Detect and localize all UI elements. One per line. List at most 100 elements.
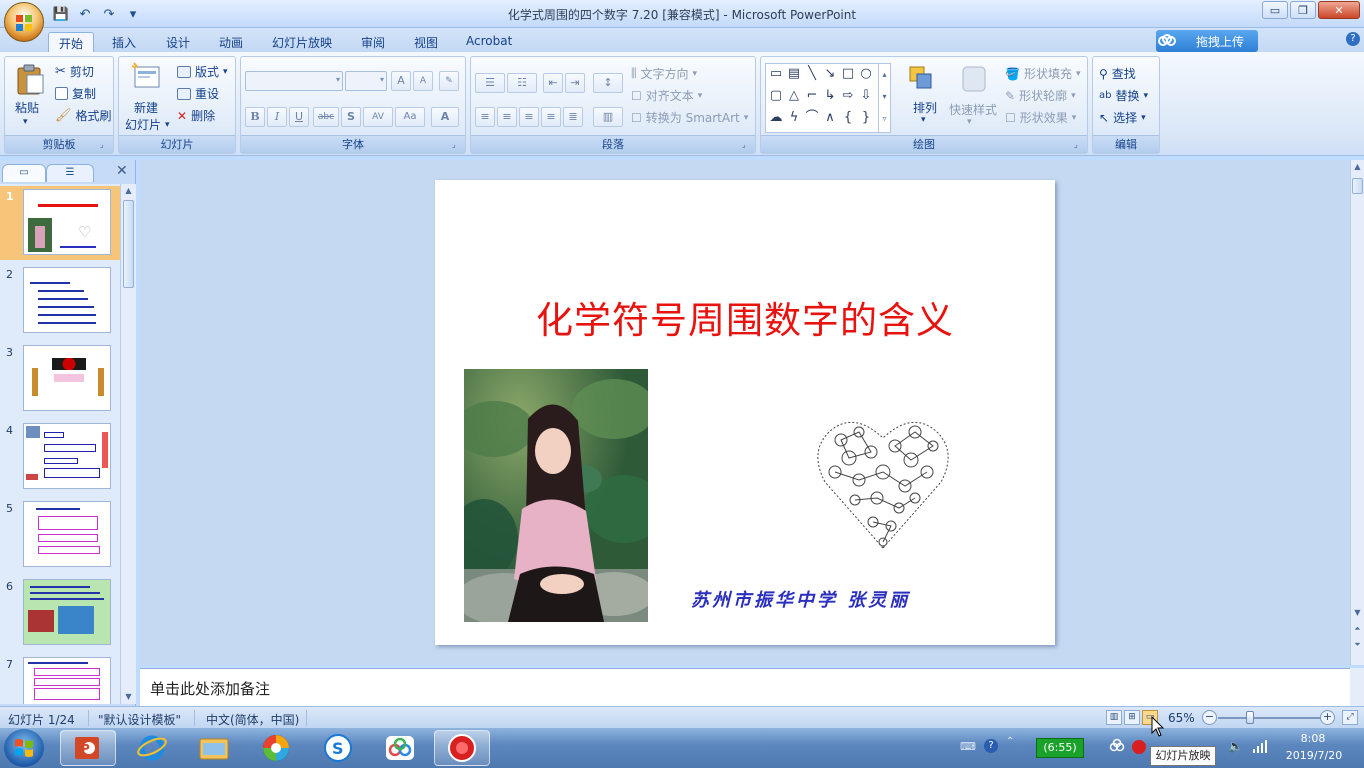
thumbnail-slide-1[interactable]: 1 ♡ [0,186,120,260]
shape-outline-button[interactable]: ✎ 形状轮廓 ▾ [1005,87,1076,104]
start-button[interactable] [4,729,44,767]
align-text-button[interactable]: ☐ 对齐文本 ▾ [631,87,702,104]
office-button[interactable] [4,2,44,42]
tab-slideshow[interactable]: 幻灯片放映 [262,32,342,52]
thumbnail-slide-2[interactable]: 2 [0,264,120,338]
language-indicator[interactable]: 中文(简体，中国) [206,711,299,728]
tab-animations[interactable]: 动画 [209,32,253,52]
shape-freeform[interactable]: ∧ [822,110,838,126]
new-slide-button[interactable]: 新建 [134,99,158,116]
clock-time[interactable]: 8:08 [1280,732,1346,745]
fit-to-window-button[interactable]: ⤢ [1342,710,1358,725]
shape-rectangle[interactable]: □ [840,66,856,82]
signal-icon[interactable] [1252,739,1268,753]
arrange-button[interactable]: 排列 [913,99,937,116]
help-tray-icon[interactable]: ? [984,739,998,753]
tray-antivirus-icon[interactable] [1132,740,1146,754]
format-painter-button[interactable]: 🖌 格式刷 [55,107,112,124]
align-center-button[interactable]: ≡ [497,107,517,127]
shape-line[interactable]: ╲ [804,66,820,82]
cut-button[interactable]: ✂ 剪切 [55,63,94,80]
shape-down-arrow[interactable]: ⇩ [858,88,874,104]
zoom-out-button[interactable]: − [1202,710,1217,725]
new-slide-dropdown[interactable]: 幻灯片 ▾ [125,116,170,133]
numbering-button[interactable]: ☷ [507,73,537,93]
shape-left-brace[interactable]: { [840,110,856,126]
tab-review[interactable]: 审阅 [351,32,395,52]
char-spacing-button[interactable]: AV [363,107,393,127]
scroll-down-icon[interactable]: ▼ [1351,606,1364,620]
quick-styles-dropdown[interactable]: ▾ [967,117,972,127]
drawing-launcher-icon[interactable]: ⌟ [1074,140,1084,150]
taskbar-ie[interactable] [124,730,180,766]
normal-view-button[interactable]: ▥ [1106,710,1122,725]
distributed-button[interactable]: ≣ [563,107,583,127]
align-right-button[interactable]: ≡ [519,107,539,127]
shape-rounded-rect[interactable]: ▢ [768,88,784,104]
tab-insert[interactable]: 插入 [102,32,146,52]
line-spacing-button[interactable]: ↕ [593,73,623,93]
paste-button[interactable]: 粘贴 [15,99,39,116]
font-family-combo[interactable]: ▾ [245,71,343,91]
scroll-up-icon[interactable]: ▲ [121,184,136,198]
shrink-font-button[interactable]: A [413,71,433,91]
bullets-button[interactable]: ☰ [475,73,505,93]
scroll-up-icon[interactable]: ▲ [1351,160,1364,174]
molecule-heart-image[interactable] [815,402,951,552]
close-button[interactable]: ✕ [1318,1,1360,19]
text-direction-button[interactable]: ⫼ 文字方向 ▾ [631,65,697,82]
zoom-in-button[interactable]: + [1320,710,1335,725]
current-slide[interactable]: 化学符号周围数字的含义 苏州市振华中学 张灵丽 [435,180,1055,645]
arrange-dropdown[interactable]: ▾ [921,115,926,125]
thumbnail-slide-5[interactable]: 5 [0,498,120,572]
shadow-button[interactable]: S [341,107,361,127]
previous-slide-icon[interactable]: ⏶ [1351,622,1364,636]
thumbnails-scrollbar[interactable]: ▲ ▼ [120,184,136,704]
delete-slide-button[interactable]: ✕ 删除 [177,107,215,124]
columns-button[interactable]: ▥ [593,107,623,127]
slide-title[interactable]: 化学符号周围数字的含义 [435,290,1055,344]
shape-right-brace[interactable]: } [858,110,874,126]
clear-formatting-button[interactable]: ✎ [439,71,459,91]
align-left-button[interactable]: ≡ [475,107,495,127]
shape-elbow[interactable]: ⌐ [804,88,820,104]
underline-button[interactable]: U [289,107,309,127]
change-case-button[interactable]: Aa [395,107,425,127]
tab-design[interactable]: 设计 [156,32,200,52]
convert-smartart-button[interactable]: ☐ 转换为 SmartArt ▾ [631,109,748,126]
notes-scrollbar[interactable] [1350,668,1364,706]
zoom-slider-handle[interactable] [1245,711,1254,724]
taskbar-explorer[interactable] [186,730,242,766]
help-icon[interactable]: ? [1346,32,1360,46]
taskbar-powerpoint[interactable]: P [60,730,116,766]
tray-expand-icon[interactable]: ⌃ [1006,736,1014,747]
strikethrough-button[interactable]: abc [313,107,339,127]
taskbar-sogou[interactable]: S [310,730,366,766]
taskbar-app-colorwheel[interactable] [248,730,304,766]
minimize-button[interactable]: ▭ [1262,1,1288,19]
slide-scrollbar[interactable]: ▲ ▼ ⏶ ⏷ [1350,160,1364,665]
close-icon[interactable]: ✕ [116,163,128,179]
select-button[interactable]: ↖ 选择 ▾ [1099,109,1146,126]
quick-styles-button[interactable]: 快速样式 [949,101,997,118]
increase-indent-button[interactable]: ⇥ [565,73,585,93]
battery-indicator[interactable]: (6:55) [1036,738,1084,758]
taskbar-baidu-netdisk[interactable] [372,730,428,766]
scrollbar-thumb[interactable] [123,200,134,288]
font-size-combo[interactable]: ▾ [345,71,387,91]
shape-cloud[interactable]: ☁ [768,110,784,126]
shape-arc[interactable]: ⌒ [804,110,820,126]
zoom-level[interactable]: 65% [1168,711,1195,725]
shape-triangle[interactable]: △ [786,88,802,104]
italic-button[interactable]: I [267,107,287,127]
slide-sorter-button[interactable]: ⊞ [1124,710,1140,725]
grow-font-button[interactable]: A [391,71,411,91]
shape-elbow-arrow[interactable]: ↳ [822,88,838,104]
shape-right-arrow[interactable]: ⇨ [840,88,856,104]
shape-effects-button[interactable]: ☐ 形状效果 ▾ [1005,109,1076,126]
scrollbar-thumb[interactable] [1352,178,1363,194]
paragraph-launcher-icon[interactable]: ⌟ [742,140,752,150]
copy-button[interactable]: 复制 [55,85,96,102]
layout-button[interactable]: 版式 ▾ [177,63,228,80]
keyboard-icon[interactable]: ⌨ [960,740,976,754]
